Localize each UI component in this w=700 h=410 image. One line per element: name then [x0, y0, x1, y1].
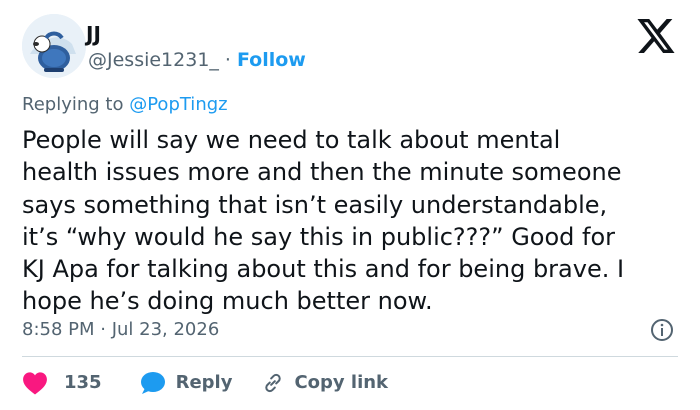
copy-link-label: Copy link: [294, 372, 389, 393]
info-icon[interactable]: [650, 318, 674, 342]
x-logo-icon[interactable]: [637, 19, 675, 53]
handle-row: @Jessie1231_ · Follow: [88, 48, 306, 72]
like-button[interactable]: 135: [22, 371, 102, 395]
speech-bubble-icon: [140, 372, 165, 394]
heart-icon: [23, 372, 47, 395]
replying-to: Replying to @PopTingz: [22, 93, 228, 117]
avatar[interactable]: [22, 14, 86, 78]
display-name[interactable]: JJ: [86, 22, 101, 46]
reply-label: Reply: [175, 372, 233, 393]
like-count: 135: [64, 372, 102, 393]
divider: [22, 356, 678, 357]
reply-button[interactable]: Reply: [140, 371, 233, 395]
replying-prefix: Replying to: [22, 94, 124, 115]
timestamp[interactable]: 8:58 PM · Jul 23, 2026: [22, 318, 219, 342]
tweet-card: JJ @Jessie1231_ · Follow Replying to @PopT…: [0, 0, 700, 410]
handle[interactable]: @Jessie1231_: [88, 49, 219, 71]
avatar-image: [22, 14, 86, 78]
separator-dot: ·: [224, 49, 231, 71]
tweet-text: People will say we need to talk about me…: [22, 126, 625, 316]
copy-link-button[interactable]: Copy link: [262, 371, 388, 395]
link-icon: [265, 373, 282, 393]
follow-button[interactable]: Follow: [237, 49, 306, 71]
mention-link[interactable]: @PopTingz: [129, 94, 227, 115]
action-bar: 135 Reply Copy link: [22, 368, 388, 398]
